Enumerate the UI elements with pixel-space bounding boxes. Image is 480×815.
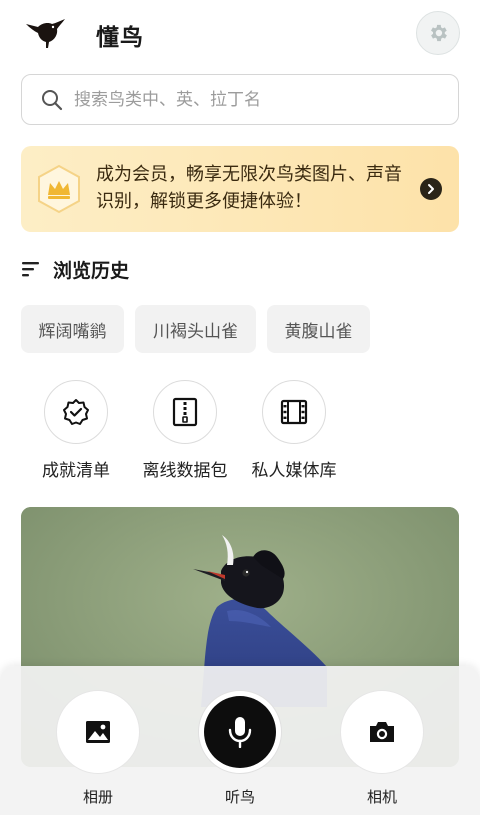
- history-header: 浏览历史: [21, 254, 129, 284]
- achievements-label: 成就清单: [42, 461, 110, 481]
- chevron-right-icon: [428, 184, 434, 194]
- offline-data-label: 离线数据包: [142, 461, 228, 481]
- sort-lines-icon: [22, 262, 39, 277]
- camera-label: 相机: [366, 788, 397, 806]
- search-input[interactable]: [74, 89, 414, 110]
- search-icon: [42, 89, 63, 110]
- bottom-action-bar: 相册 听鸟 相机: [0, 666, 480, 815]
- crown-badge-icon: [38, 164, 80, 214]
- offline-data-icon-circle: [153, 380, 217, 444]
- bird-logo-icon: [26, 19, 65, 48]
- camera-circle: [340, 690, 424, 774]
- image-icon: [86, 721, 110, 743]
- badge-check-icon: [63, 399, 89, 425]
- gear-icon: [431, 24, 447, 42]
- search-bar[interactable]: [21, 74, 459, 125]
- settings-button[interactable]: [416, 11, 460, 55]
- achievements-icon-circle: [44, 380, 108, 444]
- offline-data-button[interactable]: 离线数据包: [130, 380, 240, 490]
- history-title: 浏览历史: [53, 259, 130, 282]
- app-header: 懂鸟: [0, 0, 480, 66]
- listen-bird-inner: [204, 696, 276, 768]
- media-library-label: 私人媒体库: [251, 461, 337, 481]
- album-circle: [56, 690, 140, 774]
- archive-zip-icon: [172, 397, 198, 427]
- history-chip[interactable]: 辉阔嘴鹟: [21, 305, 124, 353]
- history-chip[interactable]: 黄腹山雀: [267, 305, 370, 353]
- vip-arrow-button[interactable]: [420, 178, 442, 200]
- film-icon: [280, 399, 308, 425]
- media-library-button[interactable]: 私人媒体库: [239, 380, 349, 490]
- app-title: 懂鸟: [96, 25, 144, 51]
- listen-bird-button[interactable]: 听鸟: [195, 690, 285, 808]
- listen-bird-label: 听鸟: [224, 788, 255, 806]
- achievements-button[interactable]: 成就清单: [21, 380, 131, 490]
- media-library-icon-circle: [262, 380, 326, 444]
- camera-icon: [370, 722, 394, 742]
- vip-banner[interactable]: 成为会员，畅享无限次鸟类图片、声音识别，解锁更多便捷体验！: [21, 146, 459, 232]
- camera-button[interactable]: 相机: [337, 690, 427, 808]
- album-button[interactable]: 相册: [53, 690, 143, 808]
- microphone-icon: [228, 717, 252, 748]
- vip-promo-text: 成为会员，畅享无限次鸟类图片、声音识别，解锁更多便捷体验！: [96, 164, 402, 212]
- listen-bird-circle: [198, 690, 282, 774]
- album-label: 相册: [82, 788, 113, 806]
- history-chip[interactable]: 川褐头山雀: [135, 305, 256, 353]
